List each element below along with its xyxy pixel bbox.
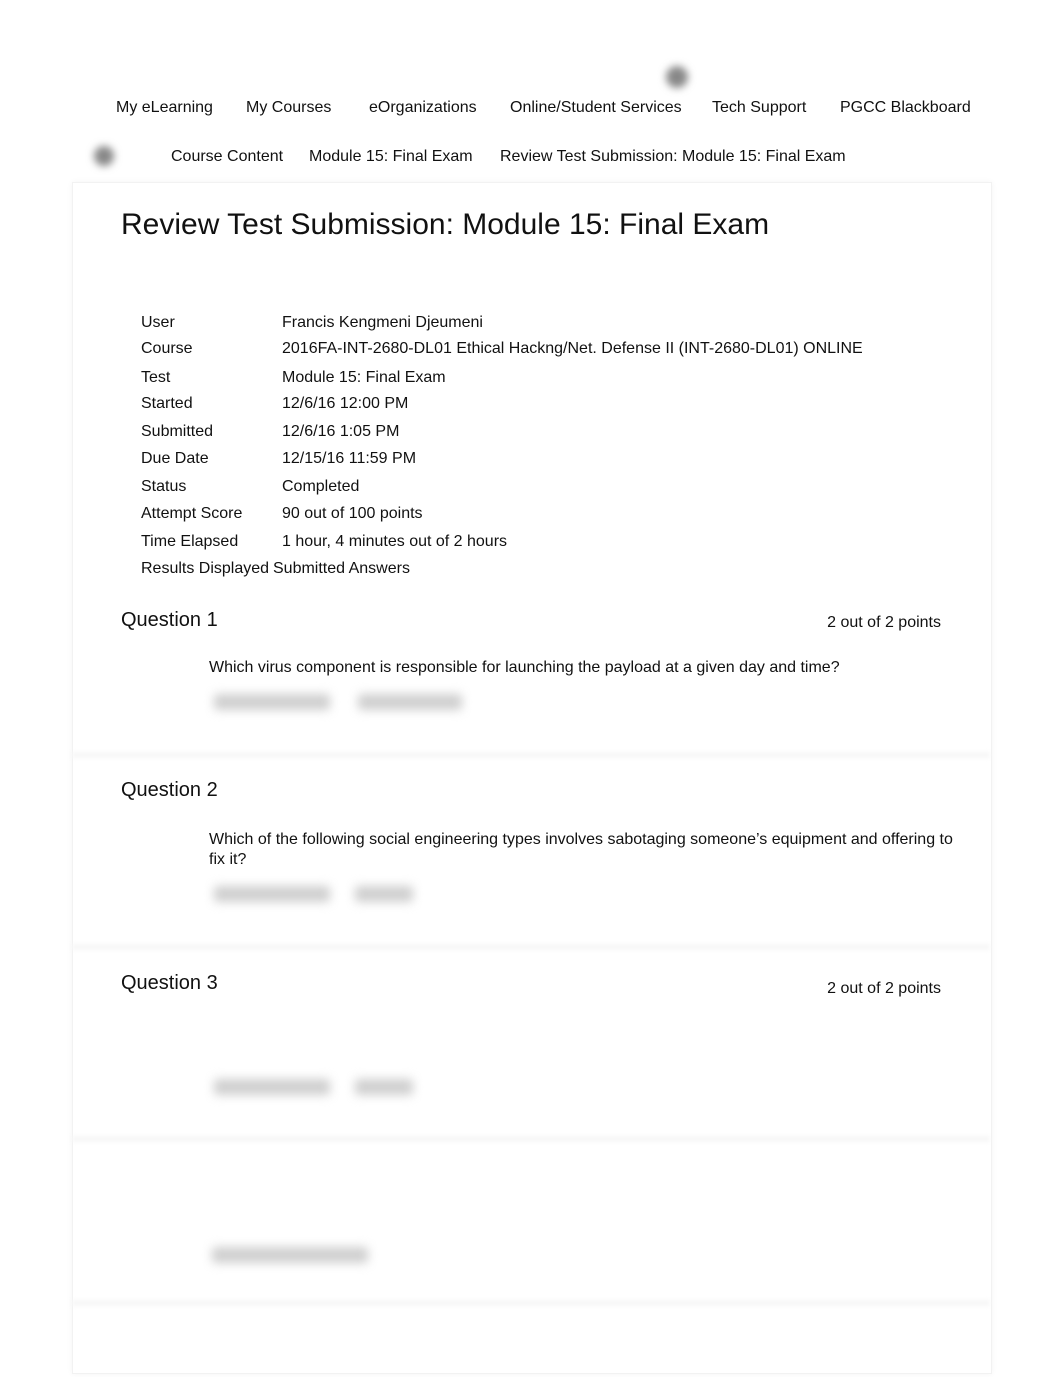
nav-online-student-services[interactable]: Online/Student Services <box>510 99 682 117</box>
page-title: Review Test Submission: Module 15: Final… <box>121 208 770 241</box>
question-3-answer-label <box>214 1079 330 1095</box>
detail-value: Submitted Answers <box>273 560 410 577</box>
detail-value: 90 out of 100 points <box>282 505 423 522</box>
question-3-title: Question 3 <box>121 972 218 994</box>
detail-label: Time Elapsed <box>141 533 239 550</box>
question-1-points: 2 out of 2 points <box>827 614 941 631</box>
content-frame <box>72 182 992 1374</box>
nav-my-elearning[interactable]: My eLearning <box>116 99 213 117</box>
detail-label: Test <box>141 369 171 386</box>
question-4-answer <box>212 1247 368 1263</box>
divider <box>72 1300 990 1306</box>
detail-label: Submitted <box>141 423 214 440</box>
question-2-text: Which of the following social engineerin… <box>209 831 953 868</box>
breadcrumb-module[interactable]: Module 15: Final Exam <box>309 148 473 166</box>
detail-value: 1 hour, 4 minutes out of 2 hours <box>282 533 508 550</box>
divider <box>72 752 990 758</box>
question-2-title: Question 2 <box>121 779 218 801</box>
question-3-answer <box>355 1079 413 1095</box>
nav-my-courses[interactable]: My Courses <box>246 99 331 117</box>
detail-value: Francis Kengmeni Djeumeni <box>282 314 483 331</box>
detail-value: 2016FA-INT-2680-DL01 Ethical Hackng/Net.… <box>282 340 863 357</box>
question-3-points: 2 out of 2 points <box>827 980 941 997</box>
divider <box>72 1136 990 1142</box>
breadcrumb-current: Review Test Submission: Module 15: Final… <box>500 148 846 165</box>
detail-value: 12/6/16 1:05 PM <box>282 423 400 440</box>
breadcrumb-course-content[interactable]: Course Content <box>171 148 283 166</box>
detail-label: Attempt Score <box>141 505 243 522</box>
question-1-answer-label <box>214 694 330 710</box>
question-1-text: Which virus component is responsible for… <box>209 659 840 676</box>
detail-label: Started <box>141 395 193 412</box>
logo-icon <box>666 66 688 88</box>
detail-label: Results Displayed <box>141 560 270 577</box>
detail-value: Completed <box>282 478 360 495</box>
detail-value: 12/15/16 11:59 PM <box>282 450 417 467</box>
detail-label: Due Date <box>141 450 209 467</box>
question-1-answer <box>358 694 462 710</box>
detail-label: User <box>141 314 175 331</box>
detail-value: 12/6/16 12:00 PM <box>282 395 409 412</box>
nav-eorganizations[interactable]: eOrganizations <box>369 99 477 117</box>
menu-icon <box>94 146 114 166</box>
nav-tech-support[interactable]: Tech Support <box>712 99 806 117</box>
question-1-title: Question 1 <box>121 609 218 631</box>
question-2-answer <box>355 886 413 902</box>
question-2-answer-label <box>214 886 330 902</box>
detail-label: Status <box>141 478 187 495</box>
detail-label: Course <box>141 340 193 357</box>
nav-pgcc-blackboard[interactable]: PGCC Blackboard <box>840 99 971 117</box>
detail-value: Module 15: Final Exam <box>282 369 446 386</box>
divider <box>72 944 990 950</box>
